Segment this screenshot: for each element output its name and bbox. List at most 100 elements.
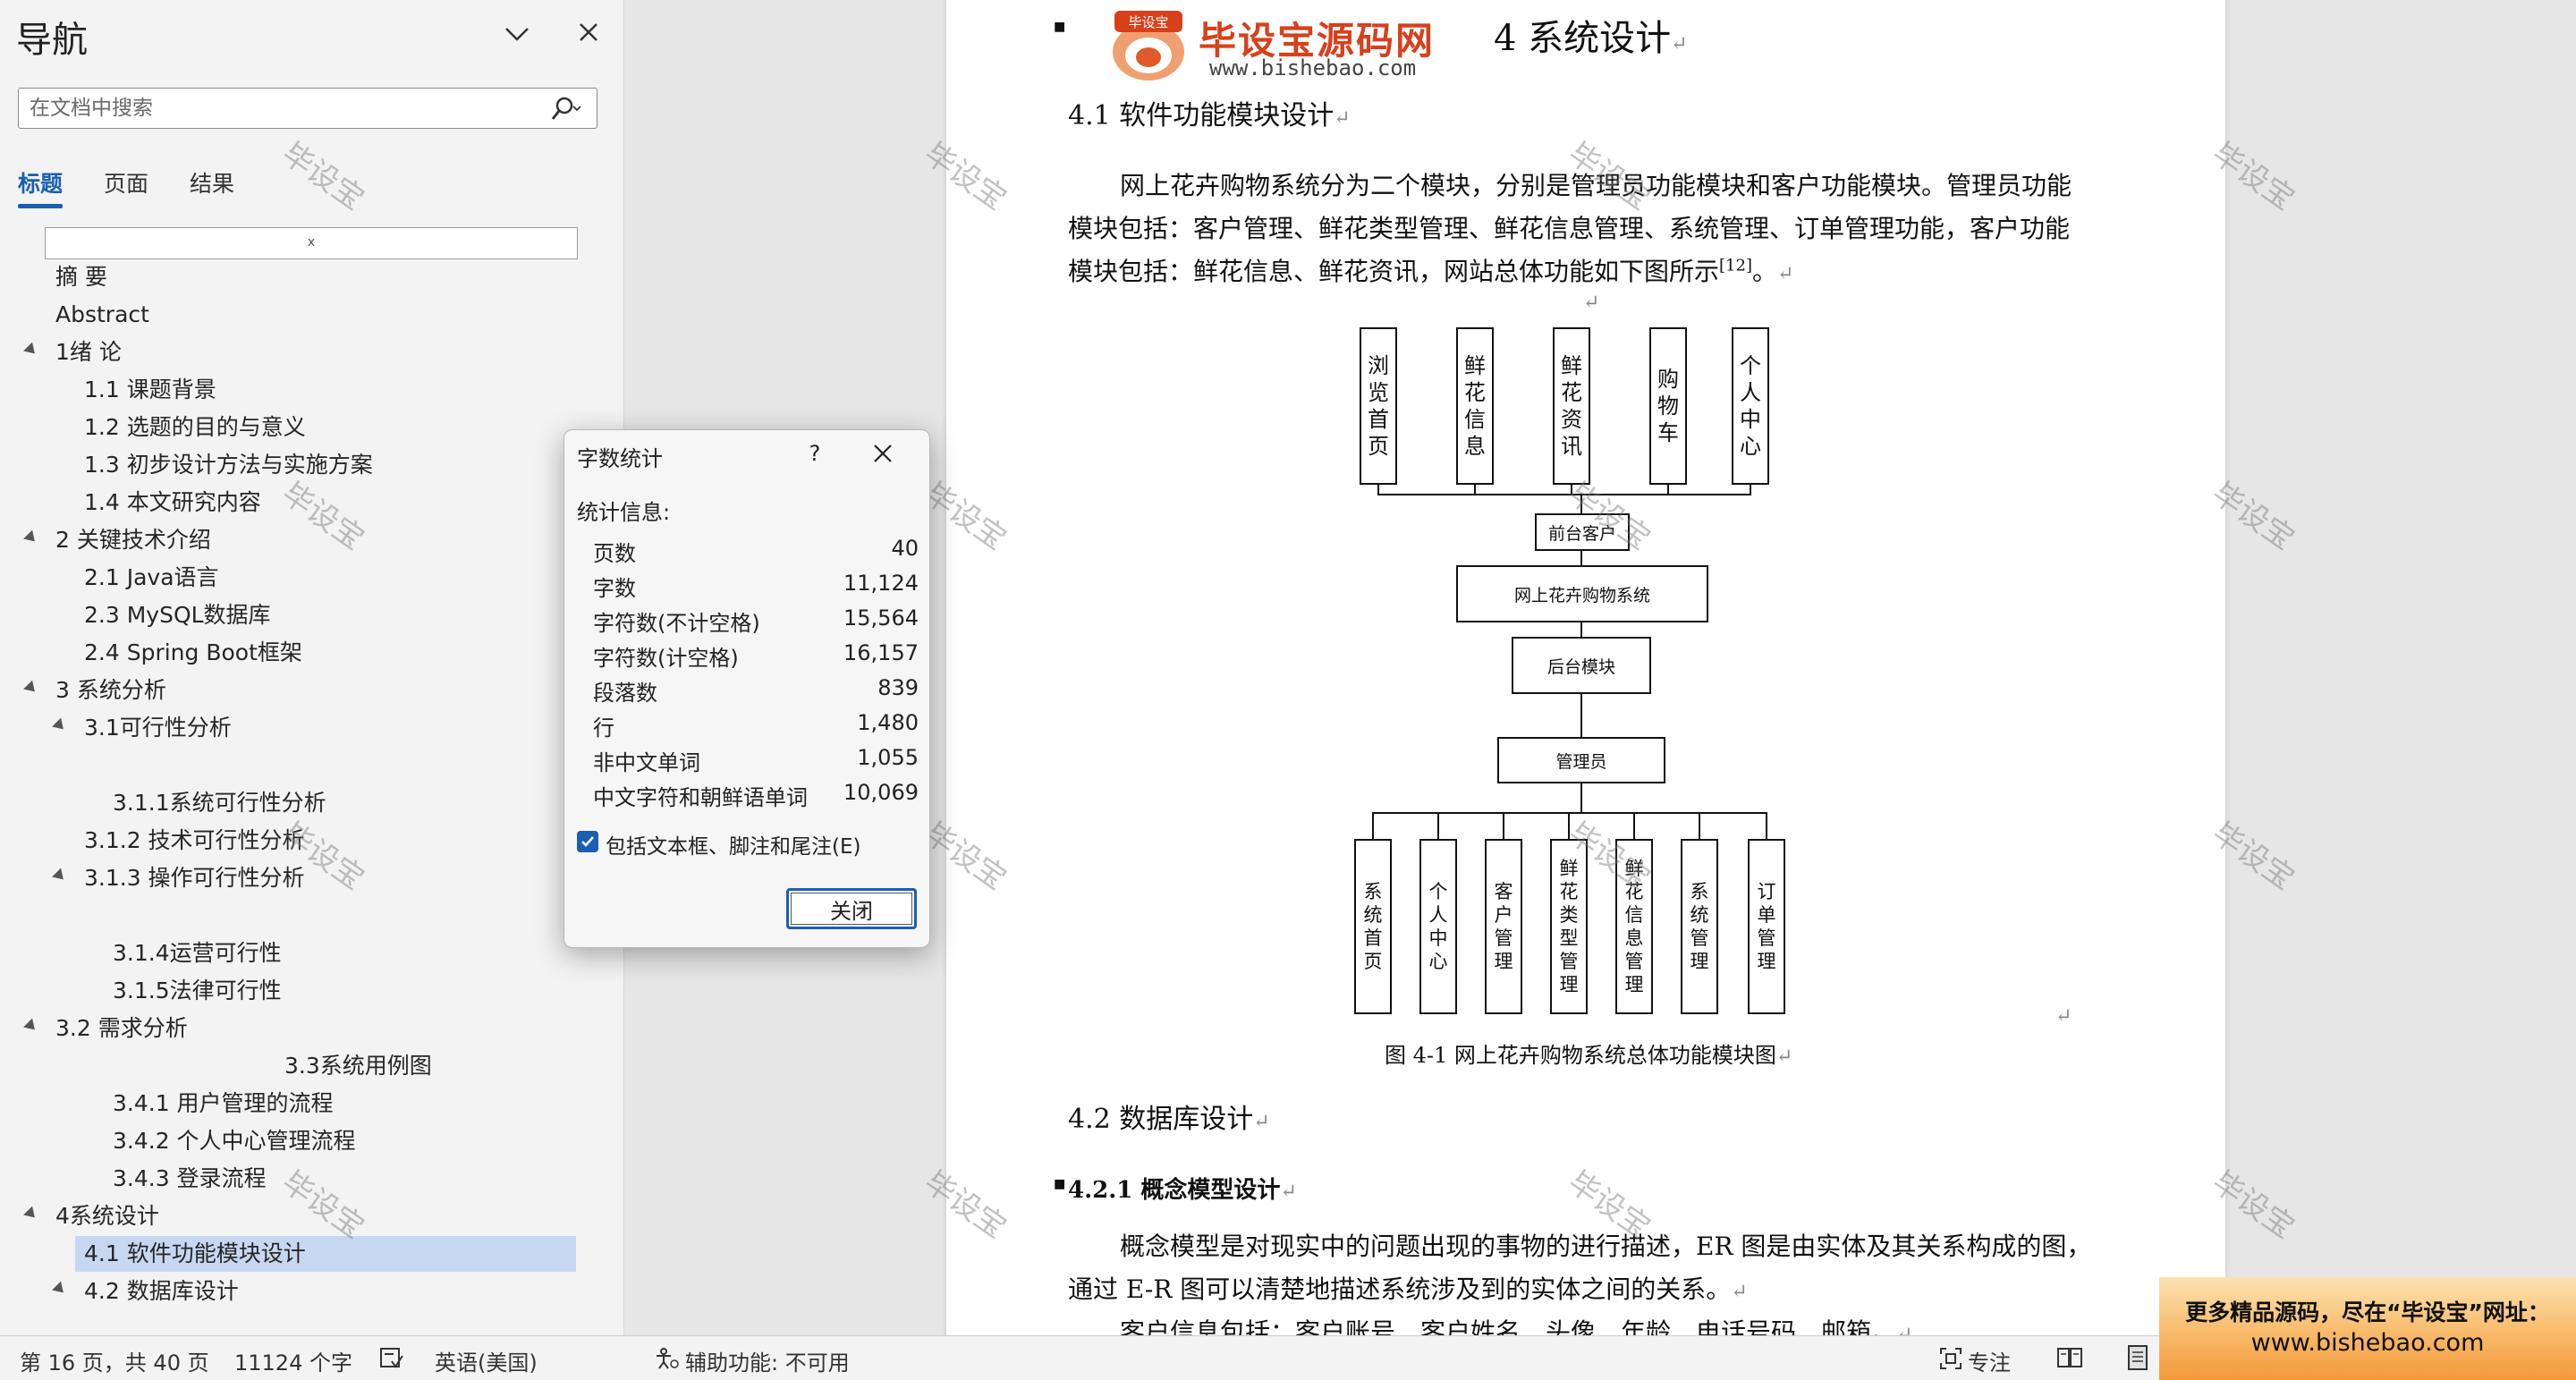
close-icon[interactable]: [865, 437, 901, 470]
checkbox-label[interactable]: 包括文本框、脚注和尾注(E): [606, 829, 860, 859]
paragraph-line: 概念模型是对现实中的问题出现的事物的进行描述，ER 图是由实体及其关系构成的图，: [1120, 1232, 2092, 1261]
page-count-status[interactable]: 第 16 页，共 40 页: [20, 1345, 209, 1376]
accessibility-status[interactable]: 辅助功能: 不可用: [685, 1345, 850, 1376]
nav-item[interactable]: 3.1.4运营可行性: [113, 936, 282, 971]
module-char: 统: [1363, 904, 1383, 926]
help-button[interactable]: ?: [799, 437, 831, 470]
admin-box: 管理员: [1497, 737, 1665, 783]
stat-label: 非中文单词: [593, 750, 700, 775]
stat-value: 839: [877, 675, 919, 700]
stat-label: 字符数(计空格): [593, 646, 739, 671]
nav-item[interactable]: 摘 要: [55, 259, 107, 295]
subsection-heading: 4.2.1 概念模型设计↵: [1068, 1177, 1297, 1204]
accessibility-icon[interactable]: [653, 1347, 680, 1376]
focus-mode-button[interactable]: 专注: [1968, 1345, 2011, 1376]
nav-item[interactable]: 2.3 MySQL数据库: [84, 597, 271, 633]
tab-headings[interactable]: 标题: [18, 166, 63, 199]
nav-item[interactable]: 4系统设计: [55, 1198, 159, 1234]
nav-item[interactable]: 3.4.1 用户管理的流程: [113, 1086, 334, 1122]
module-char: 息: [1624, 927, 1644, 949]
module-char: 鲜: [1624, 858, 1644, 879]
search-icon[interactable]: [547, 96, 586, 123]
nav-item[interactable]: 1.3 初步设计方法与实施方案: [84, 447, 373, 483]
close-icon[interactable]: [572, 16, 605, 48]
empty-heading-item[interactable]: ⅹ: [45, 227, 578, 259]
watermark: 毕设宝: [275, 1164, 371, 1247]
nav-item[interactable]: Abstract: [55, 297, 149, 333]
promo-url[interactable]: www.bishebao.com: [2159, 1329, 2576, 1357]
close-button[interactable]: 关闭: [786, 888, 917, 929]
nav-item[interactable]: 3 系统分析: [55, 673, 166, 708]
nav-item[interactable]: 1.1 课题背景: [84, 372, 216, 408]
word-count-status[interactable]: 11124 个字: [234, 1345, 352, 1376]
nav-item[interactable]: 2.1 Java语言: [84, 560, 219, 596]
nav-item[interactable]: 4.2 数据库设计: [84, 1274, 239, 1309]
statistics-label: 统计信息:: [577, 500, 671, 525]
module-char: 系: [1690, 881, 1709, 902]
site-logo-url: www.bishebao.com: [1209, 55, 1417, 80]
connector-line: [1372, 812, 1767, 814]
module-char: 心: [1740, 434, 1761, 459]
collapse-triangle-icon[interactable]: [23, 342, 39, 359]
connector-line: [1580, 494, 1582, 515]
connector-line: [1580, 551, 1582, 565]
nav-item[interactable]: 1.2 选题的目的与意义: [84, 410, 306, 445]
nav-title: 导航: [16, 20, 88, 61]
module-char: 管: [1757, 927, 1776, 949]
collapse-triangle-icon[interactable]: [23, 1206, 39, 1223]
collapse-triangle-icon[interactable]: [52, 717, 68, 734]
nav-item[interactable]: 3.1.5法律可行性: [113, 973, 282, 1009]
nav-item[interactable]: 3.3系统用例图: [284, 1048, 432, 1084]
tab-pages[interactable]: 页面: [104, 166, 148, 199]
collapse-triangle-icon[interactable]: [52, 868, 68, 885]
nav-item[interactable]: 3.4.3 登录流程: [113, 1161, 267, 1197]
nav-item[interactable]: 1绪 论: [55, 334, 122, 370]
collapse-triangle-icon[interactable]: [23, 1018, 39, 1035]
module-char: 客: [1494, 881, 1513, 902]
section-heading: 4.1 软件功能模块设计↵: [1068, 100, 1351, 131]
tab-results[interactable]: 结果: [190, 166, 234, 199]
search-input[interactable]: [19, 89, 538, 128]
nav-item[interactable]: 2.4 Spring Boot框架: [84, 635, 302, 671]
chevron-down-icon[interactable]: [501, 18, 533, 50]
nav-item-selected[interactable]: 4.1 软件功能模块设计: [75, 1236, 576, 1272]
nav-item[interactable]: 3.1.3 操作可行性分析: [84, 860, 305, 896]
connector-line: [1766, 812, 1767, 841]
nav-item[interactable]: 3.1可行性分析: [84, 710, 232, 746]
module-char: 类: [1559, 904, 1579, 926]
stat-value: 1,480: [857, 710, 919, 735]
module-box: 鲜花信息管理: [1615, 839, 1653, 1014]
module-char: 览: [1368, 380, 1389, 405]
nav-item[interactable]: 3.1.2 技术可行性分析: [84, 823, 305, 859]
module-char: 页: [1368, 434, 1389, 459]
focus-icon[interactable]: [1939, 1347, 1962, 1376]
stat-label: 字符数(不计空格): [593, 611, 760, 636]
module-char: 人: [1428, 904, 1448, 926]
include-textboxes-checkbox[interactable]: [577, 831, 598, 852]
stat-value: 10,069: [843, 780, 919, 805]
nav-item[interactable]: 3.1.1系统可行性分析: [113, 785, 326, 821]
module-char: 车: [1657, 420, 1679, 445]
nav-item[interactable]: 1.4 本文研究内容: [84, 485, 261, 521]
paragraph-mark: ■: [1054, 20, 1066, 34]
proofing-icon[interactable]: [379, 1347, 404, 1376]
collapse-triangle-icon[interactable]: [52, 1281, 68, 1298]
module-box: 客户管理: [1485, 839, 1522, 1014]
module-box: 浏览首页: [1360, 327, 1397, 485]
language-status[interactable]: 英语(美国): [435, 1345, 538, 1376]
promo-banner[interactable]: 更多精品源码，尽在“毕设宝”网址： www.bishebao.com: [2159, 1277, 2576, 1380]
nav-item[interactable]: 3.2 需求分析: [55, 1011, 188, 1046]
connector-line: [1699, 812, 1700, 841]
read-mode-icon[interactable]: [2057, 1347, 2082, 1374]
module-char: 人: [1740, 380, 1761, 405]
nav-item[interactable]: 2 关键技术介绍: [55, 522, 211, 558]
collapse-triangle-icon[interactable]: [23, 529, 39, 546]
navigation-pane: 导航 标题 页面 结果 ⅹ 摘 要 Abstract 1绪 论 1.1 课题背景…: [0, 0, 624, 1335]
paragraph-mark: ■: [1054, 1177, 1066, 1191]
collapse-triangle-icon[interactable]: [23, 680, 39, 697]
module-char: 管: [1494, 927, 1513, 949]
print-layout-icon[interactable]: [2125, 1345, 2150, 1376]
chapter-title: 4 系统设计↵: [1494, 18, 1688, 59]
connector-line: [1568, 812, 1570, 841]
nav-item[interactable]: 3.4.2 个人中心管理流程: [113, 1123, 356, 1159]
